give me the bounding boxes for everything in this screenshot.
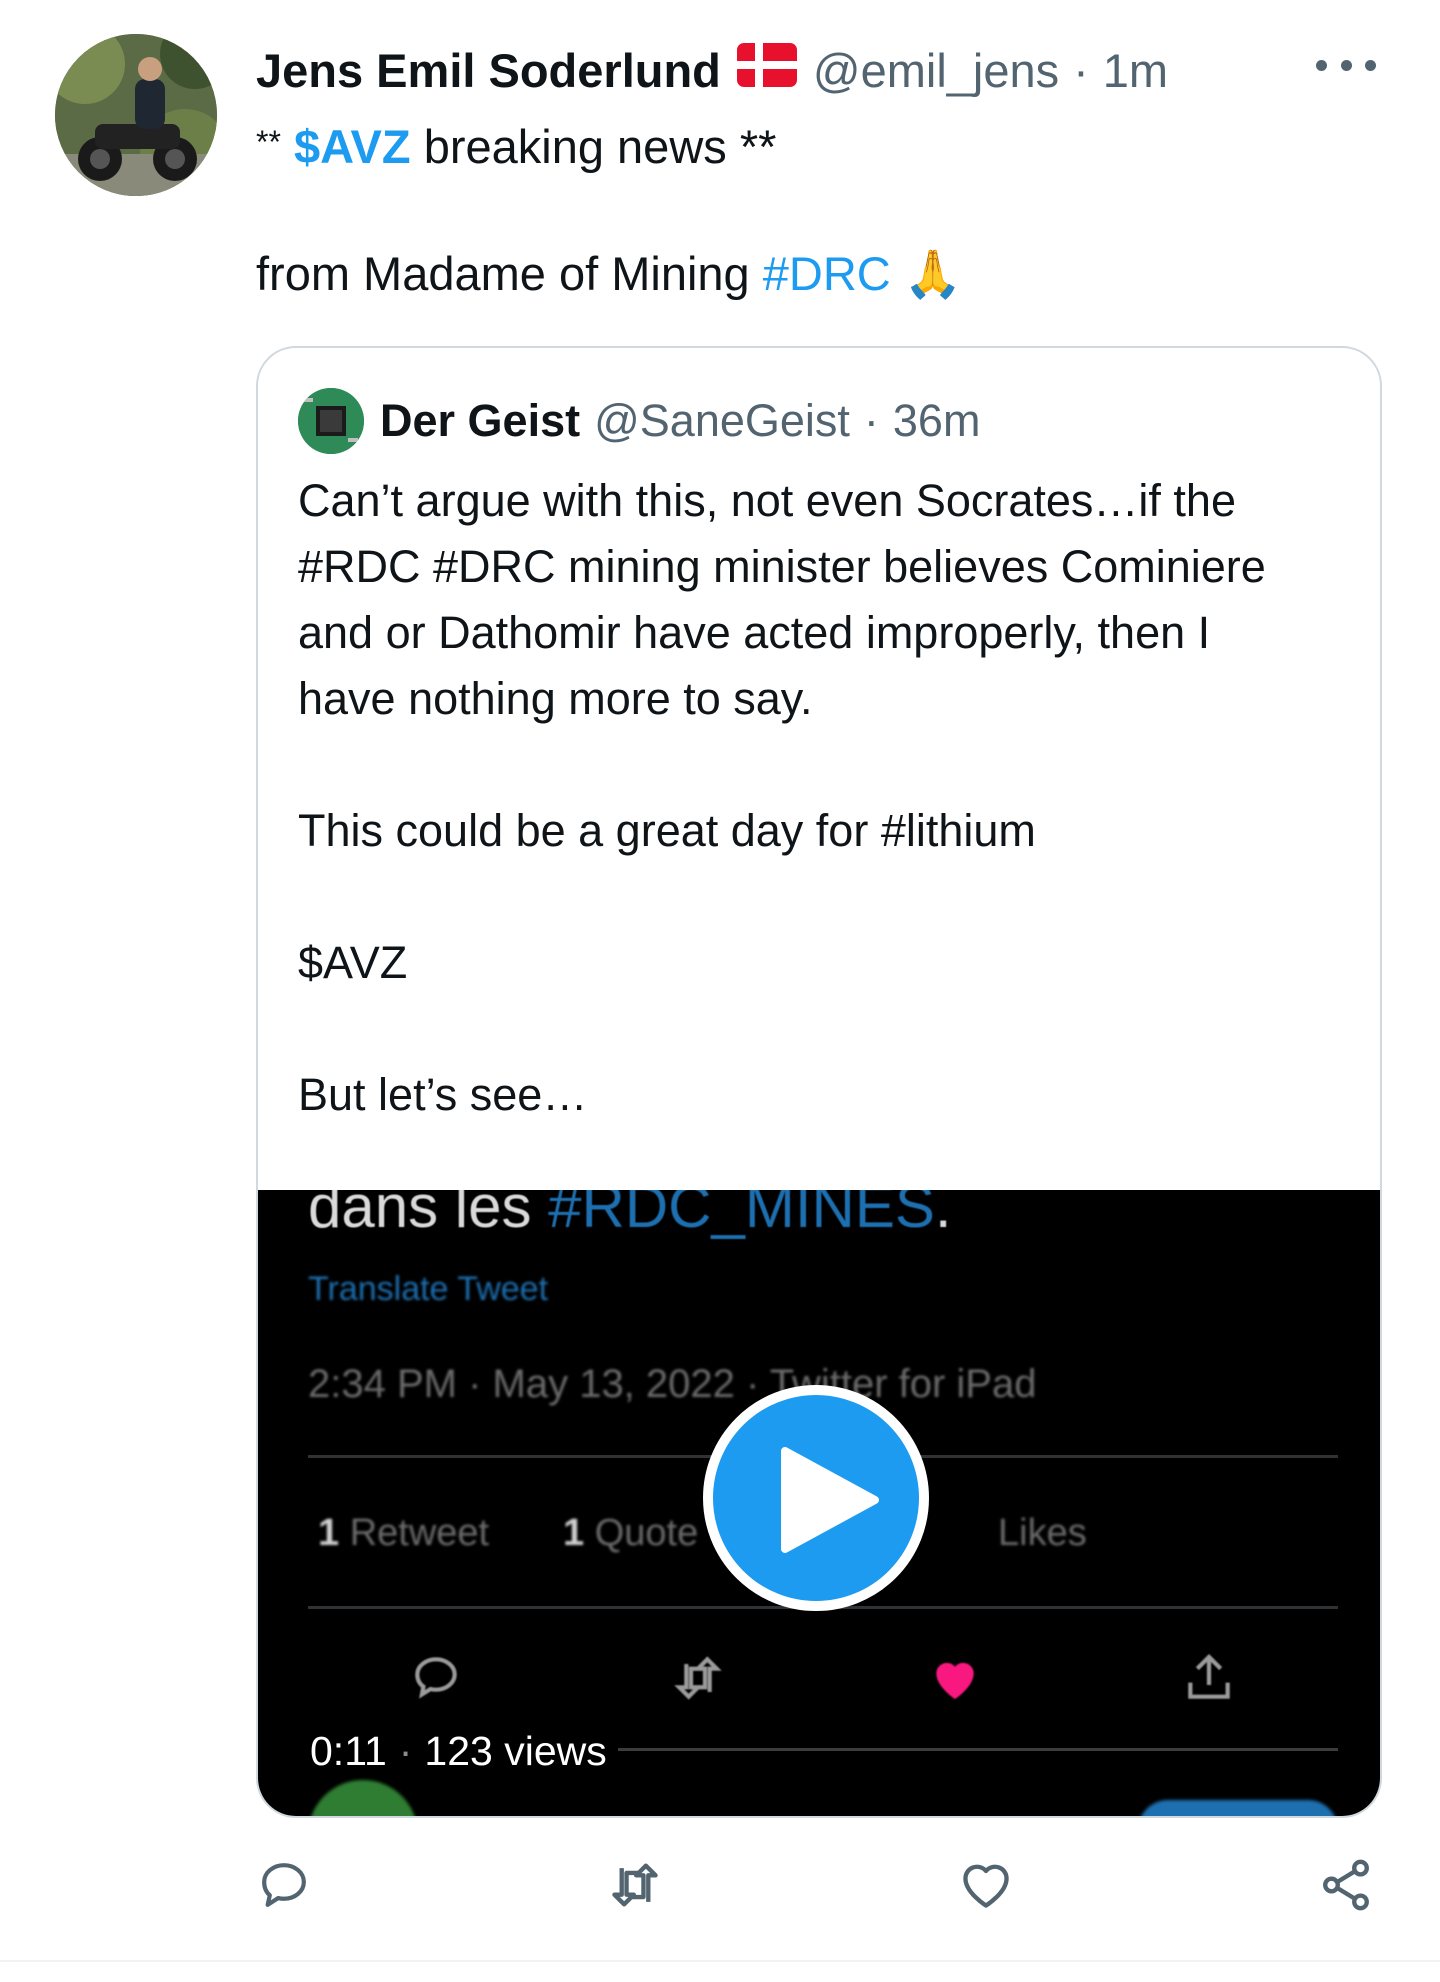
overlay-text-suffix: . — [934, 1190, 952, 1240]
text-rest: breaking news ** — [423, 120, 777, 173]
text-body: from Madame of Mining — [256, 247, 750, 300]
quoted-text-line: But let’s see… — [298, 1069, 588, 1120]
retweet-icon[interactable] — [604, 1856, 666, 1919]
video-translate-label: Translate Tweet — [308, 1270, 549, 1308]
share-icon[interactable] — [1316, 1856, 1376, 1919]
video-reply-icon — [408, 1650, 464, 1711]
quoted-text-line: #RDC #DRC mining minister believes Comin… — [298, 541, 1266, 592]
video-progress-bar[interactable] — [618, 1748, 1338, 1751]
video-overlay-text: dans les #RDC_MINES. — [308, 1190, 952, 1241]
author-handle[interactable]: @emil_jens — [813, 43, 1059, 98]
quoted-text-line: Can’t argue with this, not even Socrates… — [298, 475, 1236, 526]
retweet-count: 1 — [318, 1512, 340, 1554]
video-like-icon — [926, 1650, 984, 1711]
quoted-text-line: have nothing more to say. — [298, 673, 813, 724]
hashtag-link[interactable]: #DRC — [763, 247, 891, 300]
tweet-divider — [0, 1960, 1440, 1962]
reply-icon[interactable] — [256, 1856, 312, 1919]
quote-count: 1 — [563, 1512, 585, 1554]
video-blurred-button — [1138, 1800, 1338, 1816]
denmark-flag-icon — [736, 42, 797, 98]
more-horizontal-icon[interactable] — [1316, 50, 1376, 80]
quoted-author-handle[interactable]: @SaneGeist — [594, 395, 850, 447]
quoted-text-line: $AVZ — [298, 937, 408, 988]
like-icon[interactable] — [956, 1856, 1016, 1919]
tweet-time[interactable]: 1m — [1103, 43, 1168, 98]
author-avatar[interactable] — [55, 34, 217, 196]
video-time-views: 0:11 · 123 views — [310, 1728, 607, 1775]
retweet-label: Retweet — [349, 1512, 490, 1554]
text-prefix: ** — [256, 124, 281, 160]
quoted-tweet-header: Der Geist @SaneGeist · 36m — [298, 386, 980, 456]
quoted-header-separator: · — [863, 395, 879, 446]
pray-emoji-icon: 🙏 — [903, 247, 963, 300]
quoted-author-name[interactable]: Der Geist — [380, 395, 580, 447]
header-separator: · — [1073, 43, 1089, 97]
video-retweet-icon — [668, 1650, 728, 1711]
video-duration: 0:11 — [310, 1728, 387, 1774]
video-views: 123 views — [424, 1728, 607, 1774]
video-blurred-avatar — [308, 1780, 418, 1816]
quoted-author-avatar[interactable] — [298, 388, 364, 454]
tweet-actions — [256, 1856, 1382, 1926]
tweet: Jens Emil Soderlund @emil_jens · 1m ** $… — [0, 0, 1440, 1982]
quoted-text-line: This could be a great day for #lithium — [298, 805, 1036, 856]
overlay-text-prefix: dans les — [308, 1190, 532, 1240]
video-share-icon — [1180, 1650, 1238, 1711]
video-player[interactable]: dans les #RDC_MINES. Translate Tweet 2:3… — [258, 1190, 1380, 1816]
author-name[interactable]: Jens Emil Soderlund — [256, 43, 721, 98]
video-dot: · — [398, 1728, 413, 1774]
quoted-tweet-time[interactable]: 36m — [893, 395, 981, 447]
overlay-hashtag: #RDC_MINES — [548, 1190, 935, 1240]
quoted-tweet[interactable]: Der Geist @SaneGeist · 36m Can’t argue w… — [256, 346, 1382, 1818]
likes-label: Likes — [998, 1512, 1087, 1554]
tweet-text-line-2: from Madame of Mining #DRC 🙏 — [256, 244, 962, 304]
play-icon[interactable] — [703, 1385, 929, 1611]
video-meta-text: 2:34 PM · May 13, 2022 · Twitter for iPa… — [308, 1362, 1037, 1406]
tweet-header: Jens Emil Soderlund @emil_jens · 1m — [256, 38, 1376, 102]
quoted-text-line: and or Dathomir have acted improperly, t… — [298, 607, 1211, 658]
quote-label: Quote — [594, 1512, 699, 1554]
tweet-text-line-1: ** $AVZ breaking news ** — [256, 112, 776, 177]
cashtag-link[interactable]: $AVZ — [294, 120, 411, 173]
